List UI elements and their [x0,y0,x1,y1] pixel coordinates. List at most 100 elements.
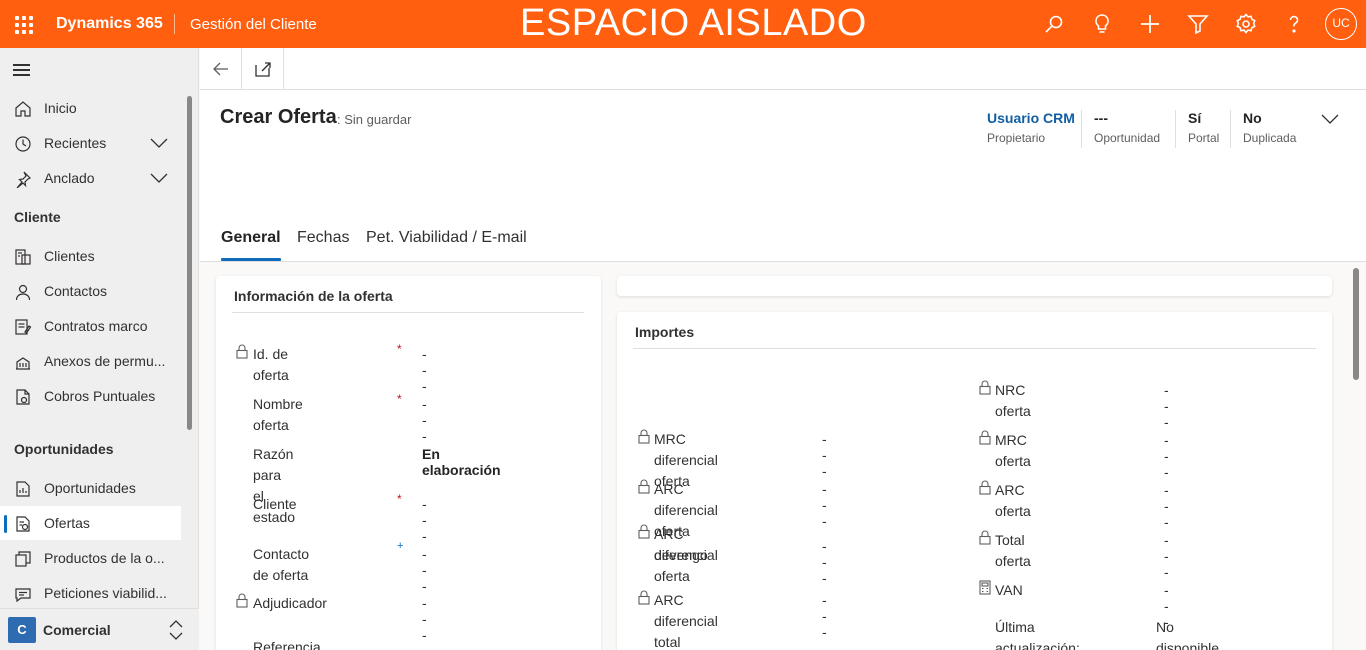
field-label: Total oferta [995,532,1031,569]
field-value[interactable]: --- [422,595,427,643]
sidebar-item-ofertas[interactable]: Ofertas [0,506,181,540]
pin-icon [16,171,32,188]
field-value: --- [1164,382,1169,430]
filter-icon[interactable] [1186,12,1210,36]
area-badge: C [8,617,36,643]
contract-icon [15,319,32,335]
section-title: Información de la oferta [234,288,393,304]
hamburger-menu-icon[interactable] [13,64,31,78]
portal-label: Portal [1188,131,1220,145]
environment-label: ESPACIO AISLADO [520,2,867,44]
lock-icon [236,344,248,359]
lock-icon [638,524,650,539]
form-header: Crear Oferta : Sin guardar Usuario CRM P… [200,90,1366,262]
save-status: : Sin guardar [337,112,412,127]
open-in-new-window-button[interactable] [242,48,284,90]
field-label: devengo oferta [654,547,708,584]
gear-icon[interactable] [1234,12,1258,36]
lock-icon [979,380,991,395]
help-icon[interactable] [1282,12,1306,36]
field-value[interactable]: En elaboración [422,446,501,478]
sidebar-item-anexos[interactable]: Anexos de permu... [0,344,181,378]
sidebar-item-cobros-puntuales[interactable]: Cobros Puntuales [0,379,181,413]
sidebar-item-inicio[interactable]: Inicio [0,91,181,125]
sidebar-item-peticiones[interactable]: Peticiones viabilid... [0,576,181,610]
sidebar-item-clientes[interactable]: Clientes [0,239,181,273]
sidebar-item-anclado[interactable]: Anclado [0,161,181,195]
sidebar-item-recientes[interactable]: Recientes [0,126,181,160]
calculator-icon[interactable] [979,580,991,595]
empty-section [617,276,1332,296]
header-field-duplicada: No Duplicada [1243,110,1296,145]
field-label: Referencia oferta [253,639,321,650]
field-label: VAN [995,582,1023,598]
sidebar-item-contactos[interactable]: Contactos [0,274,181,308]
chevron-down-icon[interactable] [150,136,168,150]
main-scrollbar[interactable] [1353,268,1359,380]
plus-icon[interactable] [1138,12,1162,36]
chevron-down-icon[interactable] [150,171,168,185]
sidebar-item-productos[interactable]: Productos de la o... [0,541,181,575]
owner-label: Propietario [987,131,1046,145]
opportunity-icon [16,481,30,497]
field-value[interactable]: --- [422,346,427,394]
sidebar-item-label: Inicio [44,100,77,116]
divider [174,14,175,34]
field-value[interactable]: --- [422,496,427,544]
lock-icon [638,590,650,605]
field-label: Contacto de oferta [253,546,310,583]
pop-out-icon [255,62,271,77]
sidebar-group-title: Cliente [14,209,61,225]
last-update-label: Última actualización: [995,619,1080,650]
document-icon [16,389,30,405]
sidebar-item-label: Clientes [44,248,95,264]
brand-name[interactable]: Dynamics 365 [56,15,163,33]
header-field-owner[interactable]: Usuario CRM Propietario [987,110,1075,145]
required-marker: * [397,392,402,406]
sidebar: Inicio Recientes Anclado Cliente Cliente… [0,48,199,650]
waffle-icon[interactable] [12,12,36,36]
field-value: --- [822,481,827,529]
area-switcher[interactable]: C Comercial [0,608,199,650]
tab-fechas[interactable]: Fechas [297,229,349,261]
header-field-portal: Sí Portal [1188,110,1219,145]
sidebar-item-label: Ofertas [44,515,90,531]
sidebar-scrollbar[interactable] [187,96,192,430]
sidebar-item-contratos-marco[interactable]: Contratos marco [0,309,181,343]
tab-pet-viabilidad[interactable]: Pet. Viabilidad / E-mail [366,229,527,261]
page-title: Crear Oferta [220,106,337,128]
opportunity-value: --- [1094,110,1108,126]
header-field-opportunity: --- Oportunidad [1094,110,1160,145]
opportunity-label: Oportunidad [1094,131,1161,145]
field-label: ARC diferencial total [654,592,718,650]
user-avatar[interactable]: UC [1325,8,1357,40]
search-icon[interactable] [1042,12,1066,36]
divider [232,312,584,313]
sidebar-item-oportunidades[interactable]: Oportunidades [0,471,181,505]
field-value: --- [1164,532,1169,580]
field-value[interactable]: --- [422,396,427,444]
sidebar-item-label: Oportunidades [44,480,136,496]
arrow-left-icon [213,62,228,76]
importes-section: Importes MRC diferencial oferta --- ARC … [617,312,1332,650]
field-label: Nombre oferta [253,396,303,433]
top-navigation-bar: Dynamics 365 Gestión del Cliente ESPACIO… [0,0,1366,48]
section-title: Importes [635,324,695,340]
field-label: ARC oferta [995,482,1031,519]
owner-value[interactable]: Usuario CRM [987,110,1075,128]
chevron-up-down-icon[interactable] [168,619,184,641]
field-value: --- [822,592,827,640]
products-icon [15,551,31,567]
field-value[interactable]: --- [422,546,427,594]
chevron-down-icon[interactable] [1321,112,1339,126]
back-button[interactable] [200,48,242,90]
recommended-marker: + [397,540,404,552]
required-marker: * [397,342,402,356]
app-name[interactable]: Gestión del Cliente [190,16,317,33]
command-bar [200,48,1366,90]
area-label: Comercial [43,622,111,638]
sidebar-item-label: Peticiones viabilid... [44,585,167,601]
sidebar-group-title: Oportunidades [14,441,114,457]
tab-general[interactable]: General [221,229,281,261]
lightbulb-icon[interactable] [1090,12,1114,36]
